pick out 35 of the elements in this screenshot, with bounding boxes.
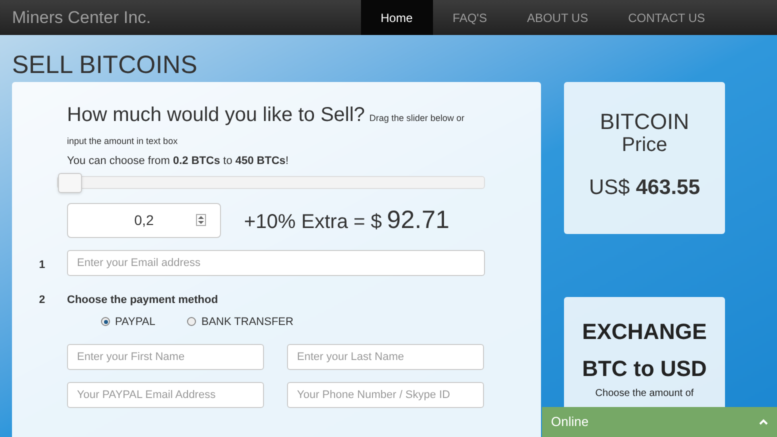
step-number: 2 [39,293,46,308]
radio-button[interactable] [101,317,110,326]
nav-link[interactable]: CONTACT US [608,0,725,35]
page-title: SELL BITCOINS [12,50,198,81]
range-note: You can choose from 0.2 BTCs to 450 BTCs! [67,154,290,169]
price-value: 463.55 [636,175,700,201]
text-field[interactable]: Your Phone Number / Skype ID [287,382,484,408]
text-field[interactable]: Your PAYPAL Email Address [67,382,264,408]
radio-option[interactable]: PAYPAL [101,314,156,330]
radio-button[interactable] [187,317,196,326]
card-title: BITCOIN [600,109,690,134]
chat-bar[interactable]: Online [542,407,777,437]
chat-status: Online [551,413,589,432]
amount-field[interactable]: 0,2 [67,202,221,238]
brand-link[interactable]: Miners Center Inc. [0,0,361,35]
currency-label: US$ [588,175,630,201]
radio-option[interactable]: BANK TRANSFER [187,314,294,330]
email-field[interactable]: Enter your Email address [67,250,485,276]
question-heading: How much would you like to Sell? Drag the slider below or input the amount in text box [67,104,466,148]
nav-link[interactable]: FAQ'S [432,0,507,35]
text-field[interactable]: Enter your First Name [67,344,264,370]
text-field[interactable]: Enter your Last Name [287,344,484,370]
extra-label: +10% Extra = $ [244,210,382,234]
card-subtitle: Price [622,134,668,156]
extra-amount: 92.71 [386,204,450,236]
spinner-icon[interactable] [196,214,206,226]
card-subtitle: BTC to USD [582,355,707,383]
card-text: Choose the amount of [595,387,694,401]
nav-link[interactable]: ABOUT US [506,0,608,35]
card-title: EXCHANGE [582,318,707,346]
slider-thumb[interactable] [58,172,82,192]
caret-up-icon[interactable] [759,419,768,425]
step-number: 1 [39,258,46,273]
section-label: Choose the payment method [67,293,219,308]
nav-link[interactable]: Home [360,0,433,35]
